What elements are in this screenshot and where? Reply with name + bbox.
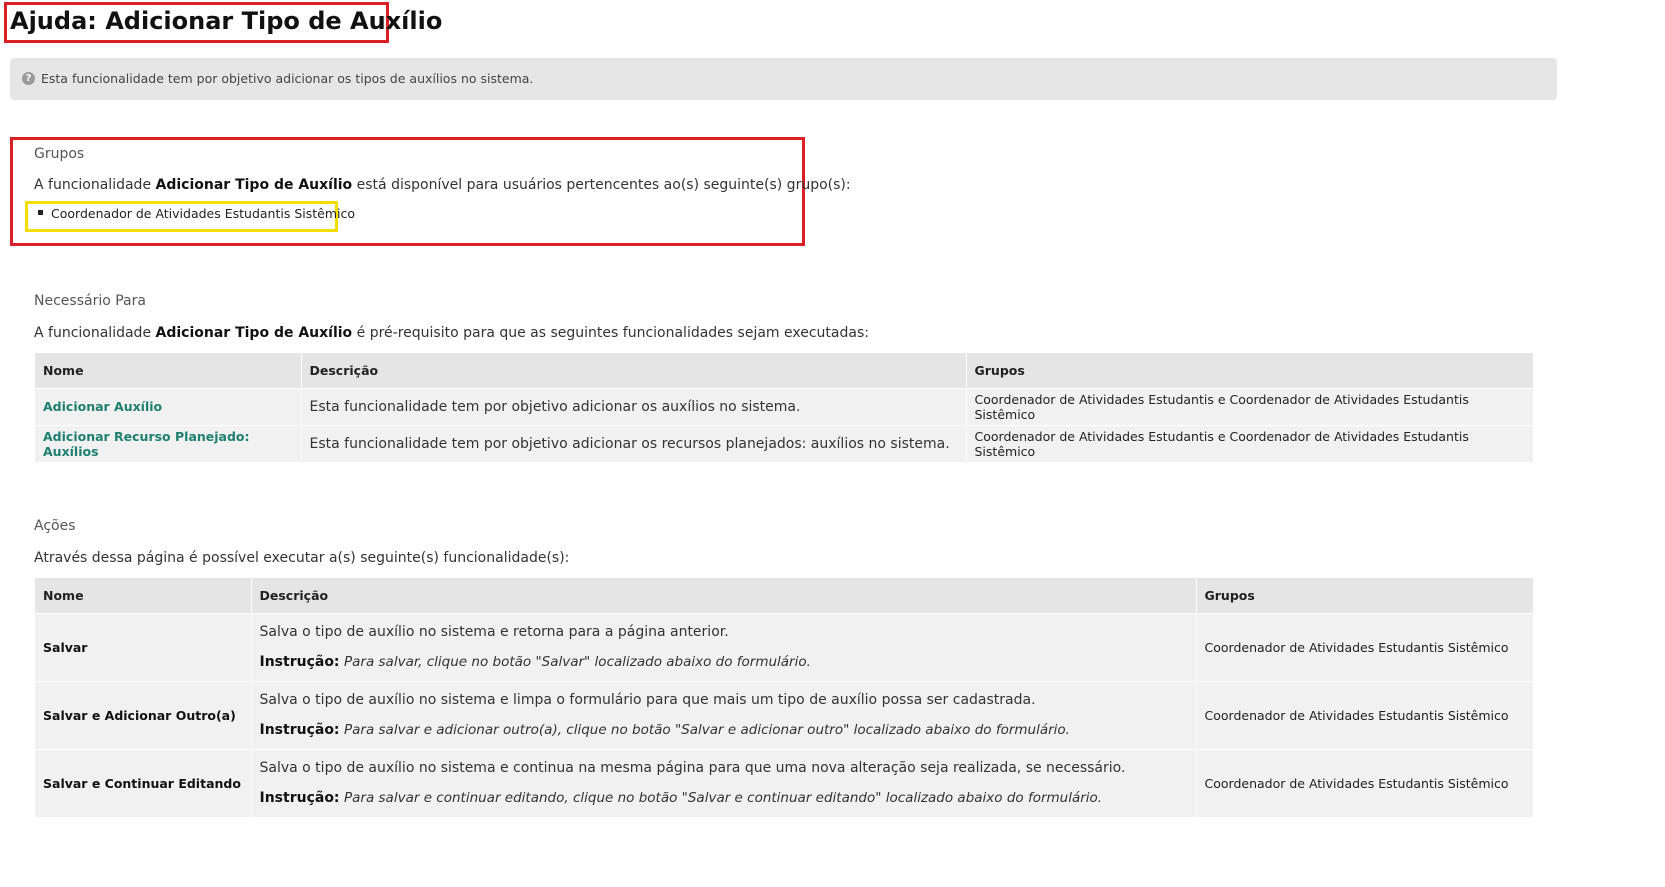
actions-description: Através dessa página é possível executar…: [34, 550, 570, 566]
table-row: Salvar e Continuar Editando Salva o tipo…: [35, 748, 1534, 817]
info-alert-text: Esta funcionalidade tem por objetivo adi…: [41, 71, 534, 86]
instruction-text: Para salvar, clique no botão "Salvar" lo…: [344, 654, 811, 670]
table-row: Salvar e Adicionar Outro(a) Salva o tipo…: [35, 680, 1534, 749]
table-header-row: Nome Descrição Grupos: [35, 578, 1534, 613]
action-description: Salva o tipo de auxílio no sistema e con…: [259, 760, 1126, 777]
column-header-name: Nome: [35, 578, 252, 613]
groups-text-feature: Adicionar Tipo de Auxílio: [155, 177, 353, 193]
feature-link-adicionar-auxilio[interactable]: Adicionar Auxílio: [35, 387, 302, 425]
groups-heading: Grupos: [34, 146, 85, 162]
group-list-item: Coordenador de Atividades Estudantis Sis…: [38, 206, 355, 221]
actions-table: Nome Descrição Grupos Salvar Salva o tip…: [35, 578, 1534, 817]
instruction-label: Instrução:: [259, 722, 340, 738]
required-for-table: Nome Descrição Grupos Adicionar Auxílio …: [35, 353, 1534, 462]
feature-link-adicionar-recurso-planejado[interactable]: Adicionar Recurso Planejado: Auxílios: [35, 424, 302, 462]
action-name: Salvar: [35, 612, 252, 681]
table-row: Adicionar Recurso Planejado: Auxílios Es…: [35, 424, 1534, 462]
table-cell-description: Esta funcionalidade tem por objetivo adi…: [301, 387, 967, 425]
required-for-heading: Necessário Para: [34, 293, 146, 309]
required-for-text-prefix: A funcionalidade: [34, 325, 156, 341]
instruction-label: Instrução:: [259, 790, 340, 807]
action-instruction: Instrução: Para salvar, clique no botão …: [260, 652, 1188, 672]
table-cell-groups: Coordenador de Atividades Estudantis Sis…: [1196, 680, 1534, 749]
groups-text-prefix: A funcionalidade: [34, 177, 156, 193]
column-header-description: Descrição: [251, 578, 1197, 613]
bullet-icon: [38, 210, 43, 215]
instruction-label: Instrução:: [259, 654, 340, 670]
table-row: Adicionar Auxílio Esta funcionalidade te…: [35, 387, 1534, 425]
info-alert: ? Esta funcionalidade tem por objetivo a…: [10, 58, 1557, 100]
table-cell-groups: Coordenador de Atividades Estudantis e C…: [966, 387, 1534, 425]
column-header-groups: Grupos: [1196, 578, 1534, 613]
table-cell-description: Salva o tipo de auxílio no sistema e lim…: [251, 680, 1197, 749]
action-description: Salva o tipo de auxílio no sistema e ret…: [259, 624, 729, 640]
table-cell-description: Esta funcionalidade tem por objetivo adi…: [301, 424, 967, 462]
required-for-text-feature: Adicionar Tipo de Auxílio: [155, 325, 353, 341]
action-name: Salvar e Continuar Editando: [35, 748, 252, 817]
table-cell-description: Salva o tipo de auxílio no sistema e ret…: [251, 612, 1197, 681]
column-header-name: Nome: [35, 353, 302, 388]
table-cell-groups: Coordenador de Atividades Estudantis e C…: [966, 424, 1534, 462]
table-row: Salvar Salva o tipo de auxílio no sistem…: [35, 612, 1534, 681]
groups-text-suffix: está disponível para usuários pertencent…: [352, 177, 851, 193]
group-list-item-label: Coordenador de Atividades Estudantis Sis…: [51, 206, 356, 221]
table-cell-description: Salva o tipo de auxílio no sistema e con…: [251, 748, 1197, 817]
question-circle-icon: ?: [22, 72, 35, 85]
action-name: Salvar e Adicionar Outro(a): [35, 680, 252, 749]
action-description: Salva o tipo de auxílio no sistema e lim…: [259, 692, 1036, 708]
required-for-description: A funcionalidade Adicionar Tipo de Auxíl…: [34, 325, 869, 341]
instruction-text: Para salvar e adicionar outro(a), clique…: [344, 722, 1070, 738]
table-cell-groups: Coordenador de Atividades Estudantis Sis…: [1196, 612, 1534, 681]
action-instruction: Instrução: Para salvar e continuar edita…: [260, 788, 1188, 808]
column-header-groups: Grupos: [966, 353, 1534, 388]
required-for-text-suffix: é pré-requisito para que as seguintes fu…: [352, 325, 869, 341]
action-instruction: Instrução: Para salvar e adicionar outro…: [260, 720, 1188, 740]
instruction-text: Para salvar e continuar editando, clique…: [344, 790, 1103, 807]
page-title: Ajuda: Adicionar Tipo de Auxílio: [10, 7, 443, 35]
table-cell-groups: Coordenador de Atividades Estudantis Sis…: [1196, 748, 1534, 817]
actions-heading: Ações: [34, 518, 76, 534]
table-header-row: Nome Descrição Grupos: [35, 353, 1534, 388]
groups-description: A funcionalidade Adicionar Tipo de Auxíl…: [34, 177, 851, 193]
column-header-description: Descrição: [301, 353, 967, 388]
